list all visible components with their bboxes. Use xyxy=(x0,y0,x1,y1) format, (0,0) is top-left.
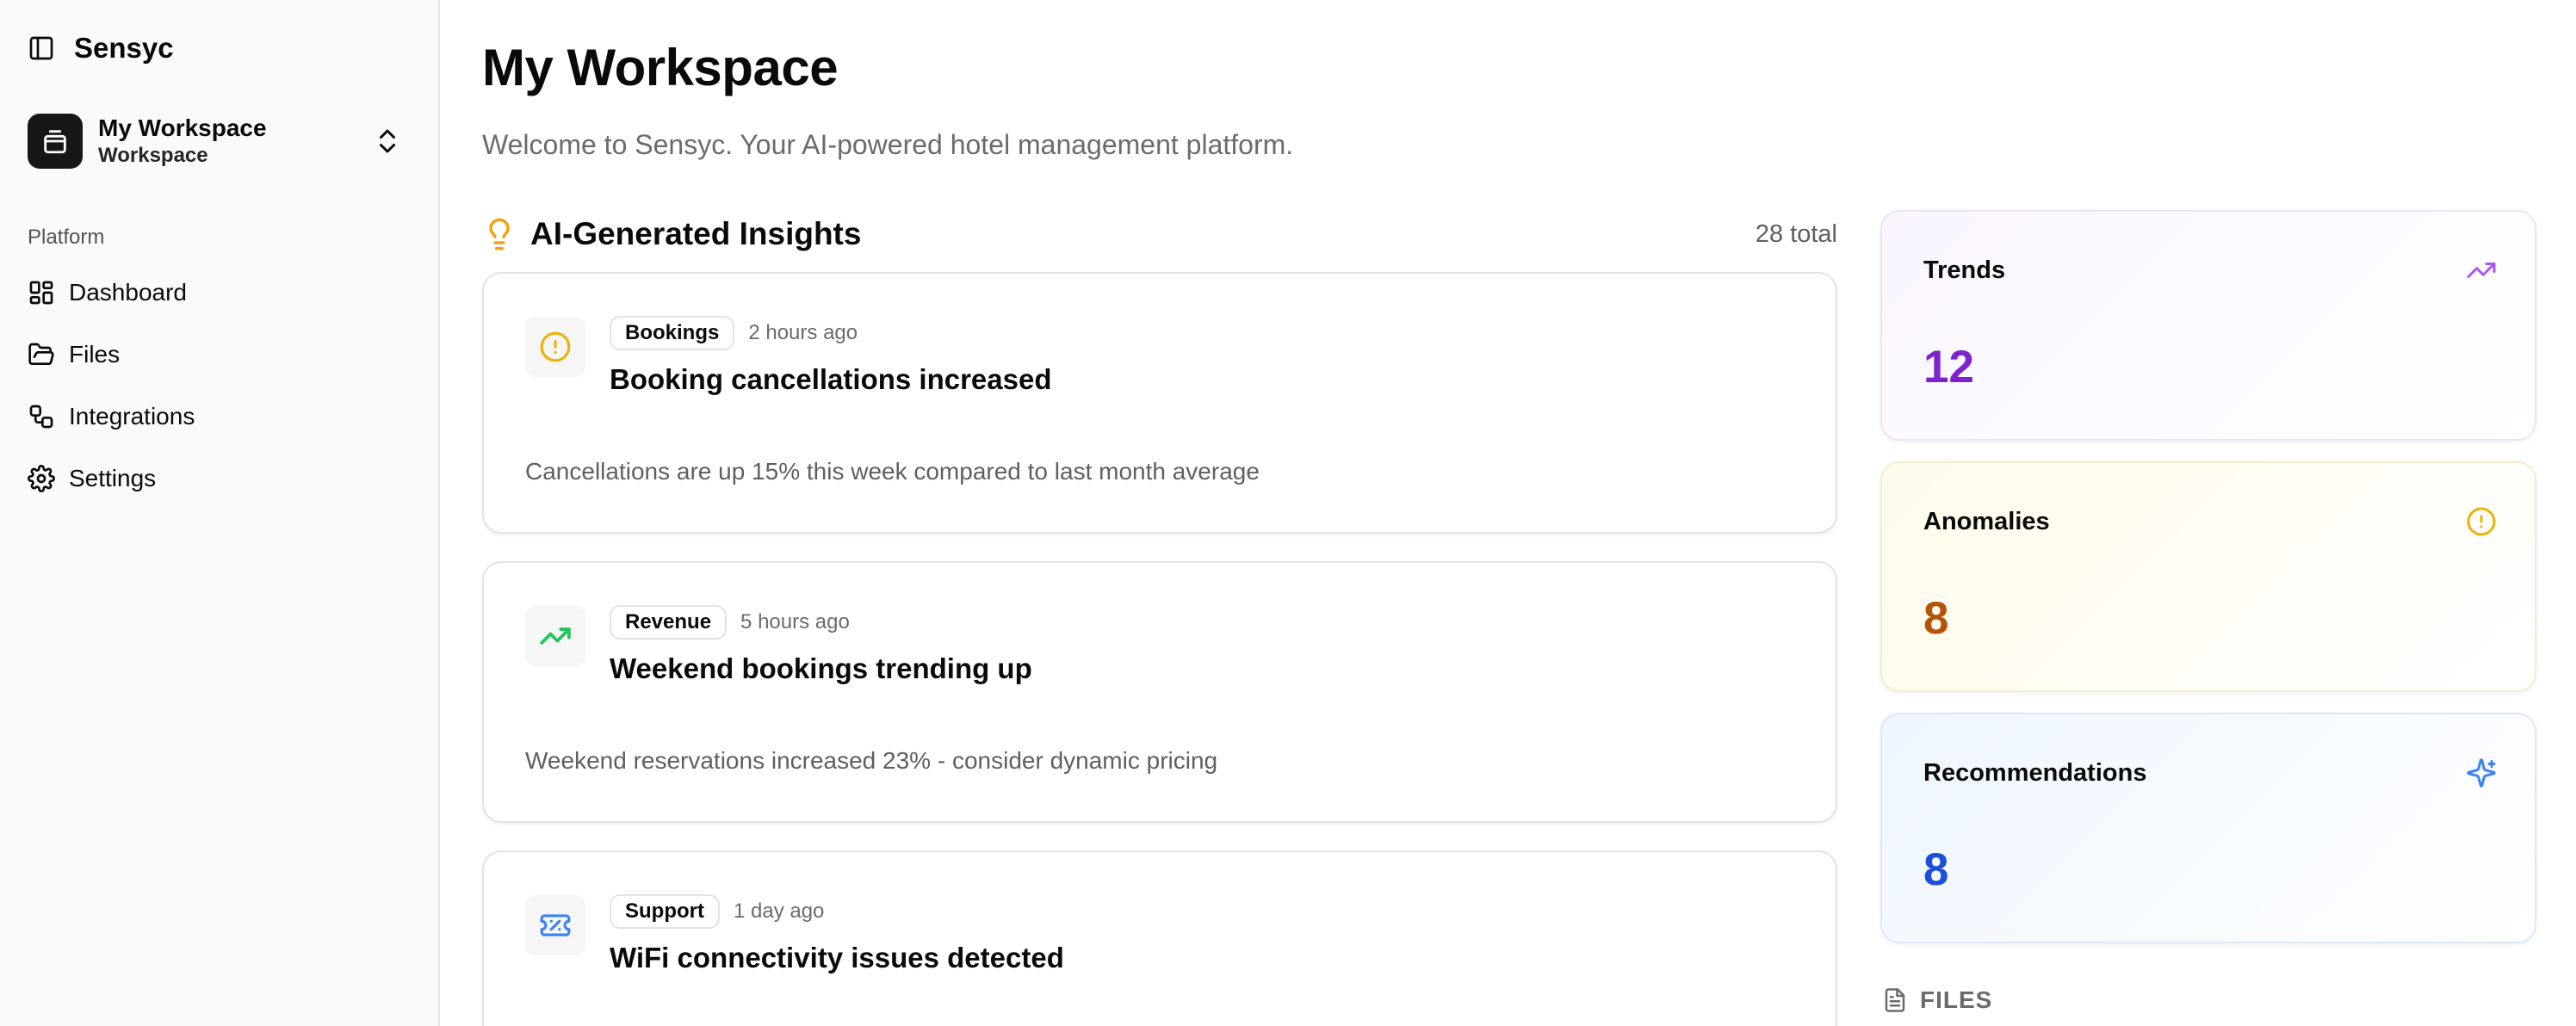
category-badge: Bookings xyxy=(610,316,735,350)
insight-card[interactable]: Bookings 2 hours ago Booking cancellatio… xyxy=(482,272,1837,534)
files-section-label: FILES xyxy=(1920,986,1993,1013)
insight-description: Weekend reservations increased 23% - con… xyxy=(525,747,1218,774)
insight-card[interactable]: Support 1 day ago WiFi connectivity issu… xyxy=(482,850,1837,1026)
stat-card-anomalies: Anomalies 8 xyxy=(1880,461,2536,692)
insights-title: AI-Generated Insights xyxy=(530,216,862,251)
insight-icon-box xyxy=(525,317,585,377)
sidebar-item-integrations[interactable]: Integrations xyxy=(28,394,415,439)
sidebar-item-label: Integrations xyxy=(69,403,195,430)
insight-icon-box xyxy=(525,895,585,955)
insights-total-count: 28 total xyxy=(1755,219,1837,248)
ticket-icon xyxy=(540,914,571,936)
insight-time: 5 hours ago xyxy=(740,610,850,634)
insight-description: Cancellations are up 15% this week compa… xyxy=(525,458,1260,485)
settings-gear-icon xyxy=(28,465,55,492)
insight-title: Booking cancellations increased xyxy=(610,363,1052,395)
page-subtitle: Welcome to Sensyc. Your AI-powered hotel… xyxy=(482,129,1294,160)
category-badge: Support xyxy=(610,894,720,929)
sidebar-item-label: Settings xyxy=(69,465,157,491)
file-text-icon xyxy=(1885,988,1905,1012)
insight-title: WiFi connectivity issues detected xyxy=(610,942,1064,973)
workspace-subtitle: Workspace xyxy=(98,144,208,167)
stat-label: Recommendations xyxy=(1923,759,2147,787)
app-name: Sensyc xyxy=(74,32,174,64)
stat-card-recommendations: Recommendations 8 xyxy=(1880,713,2536,943)
sidebar: Sensyc My Workspace Workspace Platform D… xyxy=(0,0,440,1026)
stat-card-trends: Trends 12 xyxy=(1880,210,2536,441)
hotel-icon xyxy=(44,130,66,154)
page-title: My Workspace xyxy=(482,39,839,96)
workspace-logo xyxy=(28,114,83,169)
trending-up-icon xyxy=(2467,263,2496,278)
layout-dashboard-icon xyxy=(29,281,53,305)
insight-time: 2 hours ago xyxy=(748,321,858,344)
insight-icon-box xyxy=(525,606,585,666)
workflow-icon xyxy=(29,405,53,429)
insight-time: 1 day ago xyxy=(733,899,825,923)
folder-open-icon xyxy=(28,343,54,365)
insights-header: AI-Generated Insights 28 total xyxy=(482,210,1837,258)
panel-left-icon xyxy=(29,36,53,60)
workspace-name: My Workspace xyxy=(98,114,267,141)
trending-up-icon xyxy=(540,627,571,645)
sidebar-group-label: Platform xyxy=(28,226,105,249)
sidebar-toggle-button[interactable] xyxy=(24,31,59,65)
sidebar-item-dashboard[interactable]: Dashboard xyxy=(28,270,415,315)
sidebar-item-settings[interactable]: Settings xyxy=(28,456,415,501)
sidebar-item-files[interactable]: Files xyxy=(28,332,415,377)
alert-circle-icon xyxy=(540,331,571,362)
workspace-switcher[interactable]: My Workspace Workspace xyxy=(28,112,415,170)
sidebar-item-label: Files xyxy=(69,341,121,368)
insight-card[interactable]: Revenue 5 hours ago Weekend bookings tre… xyxy=(482,561,1837,823)
sidebar-item-label: Dashboard xyxy=(69,279,187,306)
insight-title: Weekend bookings trending up xyxy=(610,652,1032,684)
stat-label: Anomalies xyxy=(1923,508,2050,535)
stat-value: 8 xyxy=(1923,844,1949,895)
lightbulb-icon xyxy=(489,218,510,250)
alert-circle-icon xyxy=(2467,507,2496,536)
brand-row: Sensyc xyxy=(28,29,174,67)
sparkles-icon xyxy=(2467,758,2496,788)
category-badge: Revenue xyxy=(610,605,728,640)
chevrons-up-down-icon xyxy=(380,129,395,153)
stat-value: 8 xyxy=(1923,593,1949,644)
stat-value: 12 xyxy=(1923,342,1974,392)
stat-label: Trends xyxy=(1923,256,2006,284)
files-section-header: FILES xyxy=(1882,986,1992,1014)
